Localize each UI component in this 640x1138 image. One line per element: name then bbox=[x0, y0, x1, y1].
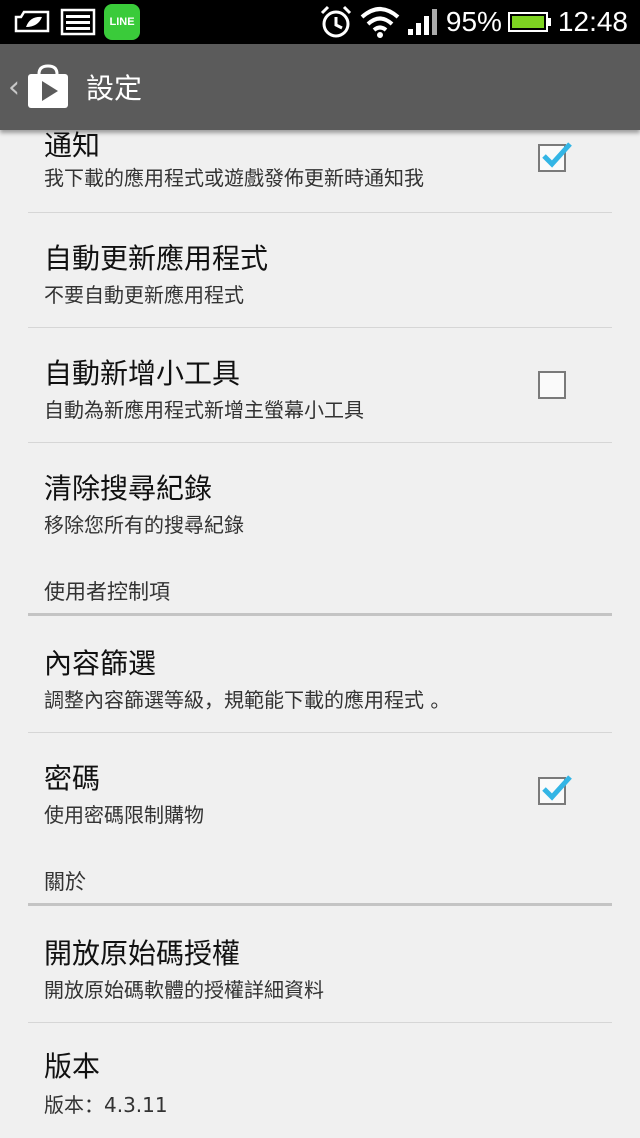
section-label-about: 關於 bbox=[44, 870, 86, 894]
setting-open-source-subtitle: 開放原始碼軟體的授權詳細資料 bbox=[44, 978, 324, 1002]
notify-checkbox[interactable] bbox=[538, 142, 572, 172]
gallery-icon bbox=[60, 8, 96, 36]
alarm-clock-icon bbox=[318, 4, 354, 40]
page-title: 設定 bbox=[86, 72, 143, 105]
signal-icon bbox=[406, 7, 440, 37]
setting-open-source[interactable]: 開放原始碼授權 開放原始碼軟體的授權詳細資料 bbox=[28, 908, 612, 1023]
battery-percent: 95% bbox=[445, 6, 502, 37]
settings-list[interactable]: 通知 我下載的應用程式或遊戲發佈更新時通知我 自動更新應用程式 不要自動更新應用… bbox=[0, 130, 640, 1138]
action-bar: ‹ 設定 bbox=[0, 44, 640, 130]
setting-open-source-title: 開放原始碼授權 bbox=[44, 937, 241, 970]
section-header-user-controls: 使用者控制項 bbox=[28, 558, 612, 616]
setting-version-subtitle: 版本：4.3.11 bbox=[44, 1093, 168, 1117]
wifi-icon bbox=[360, 5, 400, 39]
battery-icon bbox=[507, 10, 552, 34]
status-bar-right: 95% 12:48 bbox=[318, 4, 640, 40]
line-app-icon: LINE bbox=[104, 4, 140, 40]
setting-auto-widget-title: 自動新增小工具 bbox=[44, 357, 241, 390]
notification-icon bbox=[12, 7, 52, 37]
setting-version-title: 版本 bbox=[44, 1050, 101, 1083]
status-bar: LINE 95% 12:48 bbox=[0, 0, 640, 44]
setting-auto-update-title: 自動更新應用程式 bbox=[44, 242, 269, 275]
up-navigation-button[interactable]: ‹ bbox=[0, 44, 70, 130]
setting-auto-widget-subtitle: 自動為新應用程式新增主螢幕小工具 bbox=[44, 398, 364, 422]
setting-notify-subtitle: 我下載的應用程式或遊戲發佈更新時通知我 bbox=[44, 166, 424, 190]
checkmark-icon bbox=[542, 775, 572, 801]
setting-content-filter-title: 內容篩選 bbox=[44, 647, 157, 680]
setting-auto-widget[interactable]: 自動新增小工具 自動為新應用程式新增主螢幕小工具 bbox=[28, 328, 612, 443]
setting-auto-update-subtitle: 不要自動更新應用程式 bbox=[44, 283, 244, 307]
setting-notify[interactable]: 通知 我下載的應用程式或遊戲發佈更新時通知我 bbox=[28, 130, 612, 213]
section-label-user-controls: 使用者控制項 bbox=[44, 580, 170, 604]
setting-password-title: 密碼 bbox=[44, 762, 101, 795]
password-checkbox[interactable] bbox=[538, 775, 572, 805]
chevron-left-icon: ‹ bbox=[8, 69, 20, 105]
section-header-about: 關於 bbox=[28, 848, 612, 906]
setting-version[interactable]: 版本 版本：4.3.11 bbox=[28, 1023, 612, 1138]
setting-clear-history-subtitle: 移除您所有的搜尋紀錄 bbox=[44, 513, 244, 537]
status-bar-left: LINE bbox=[0, 4, 140, 40]
setting-notify-title: 通知 bbox=[44, 130, 101, 162]
setting-content-filter-subtitle: 調整內容篩選等級，規範能下載的應用程式 。 bbox=[44, 688, 451, 712]
setting-auto-update[interactable]: 自動更新應用程式 不要自動更新應用程式 bbox=[28, 213, 612, 328]
clock-time: 12:48 bbox=[557, 6, 628, 37]
checkmark-icon bbox=[542, 142, 572, 168]
setting-content-filter[interactable]: 內容篩選 調整內容篩選等級，規範能下載的應用程式 。 bbox=[28, 618, 612, 733]
setting-clear-history[interactable]: 清除搜尋紀錄 移除您所有的搜尋紀錄 bbox=[28, 443, 612, 558]
setting-password-subtitle: 使用密碼限制購物 bbox=[44, 803, 204, 827]
setting-password[interactable]: 密碼 使用密碼限制購物 bbox=[28, 733, 612, 848]
setting-clear-history-title: 清除搜尋紀錄 bbox=[44, 472, 213, 505]
play-store-icon bbox=[26, 64, 70, 110]
auto-widget-checkbox[interactable] bbox=[538, 371, 566, 399]
